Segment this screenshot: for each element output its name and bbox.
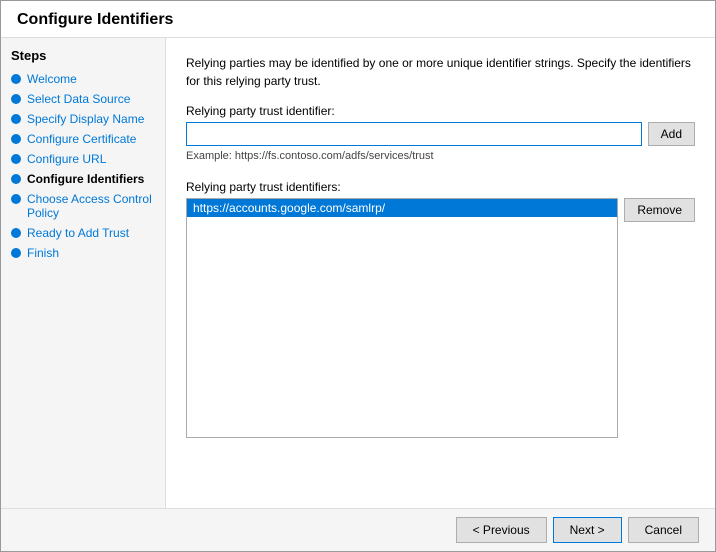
sidebar-label-choose-access-control: Choose Access Control Policy: [27, 192, 155, 220]
dot-specify-display-name: [11, 114, 21, 124]
dot-configure-url: [11, 154, 21, 164]
previous-button[interactable]: < Previous: [456, 517, 547, 543]
sidebar-item-choose-access-control[interactable]: Choose Access Control Policy: [1, 189, 165, 223]
dot-finish: [11, 248, 21, 258]
sidebar-item-ready-to-add-trust[interactable]: Ready to Add Trust: [1, 223, 165, 243]
dialog-body: Steps Welcome Select Data Source Specify…: [1, 38, 715, 508]
remove-button[interactable]: Remove: [624, 198, 695, 222]
sidebar-item-specify-display-name[interactable]: Specify Display Name: [1, 109, 165, 129]
list-item[interactable]: https://accounts.google.com/samlrp/: [187, 199, 617, 217]
description-text: Relying parties may be identified by one…: [186, 54, 695, 90]
dot-select-data-source: [11, 94, 21, 104]
sidebar-label-welcome: Welcome: [27, 72, 77, 86]
sidebar-label-finish: Finish: [27, 246, 59, 260]
cancel-button[interactable]: Cancel: [628, 517, 699, 543]
next-button[interactable]: Next >: [553, 517, 622, 543]
sidebar-label-configure-url: Configure URL: [27, 152, 106, 166]
sidebar-heading: Steps: [1, 48, 165, 69]
sidebar-item-finish[interactable]: Finish: [1, 243, 165, 263]
main-content: Relying parties may be identified by one…: [166, 38, 715, 508]
sidebar-label-ready-to-add-trust: Ready to Add Trust: [27, 226, 129, 240]
sidebar-label-select-data-source: Select Data Source: [27, 92, 130, 106]
identifiers-list-row: https://accounts.google.com/samlrp/ Remo…: [186, 198, 695, 492]
sidebar-item-configure-certificate[interactable]: Configure Certificate: [1, 129, 165, 149]
sidebar-item-welcome[interactable]: Welcome: [1, 69, 165, 89]
identifier-form-group: Relying party trust identifier: Add Exam…: [186, 104, 695, 172]
sidebar-item-configure-identifiers: Configure Identifiers: [1, 169, 165, 189]
dot-configure-identifiers: [11, 174, 21, 184]
identifier-input[interactable]: [186, 122, 642, 146]
sidebar-item-configure-url[interactable]: Configure URL: [1, 149, 165, 169]
dialog-title: Configure Identifiers: [1, 1, 715, 38]
add-button[interactable]: Add: [648, 122, 695, 146]
dialog-footer: < Previous Next > Cancel: [1, 508, 715, 551]
identifiers-listbox[interactable]: https://accounts.google.com/samlrp/: [186, 198, 618, 438]
dot-configure-certificate: [11, 134, 21, 144]
identifier-input-row: Add: [186, 122, 695, 146]
example-text: Example: https://fs.contoso.com/adfs/ser…: [186, 150, 695, 162]
sidebar-label-configure-identifiers: Configure Identifiers: [27, 172, 144, 186]
dot-choose-access-control: [11, 194, 21, 204]
sidebar-label-configure-certificate: Configure Certificate: [27, 132, 136, 146]
dot-ready-to-add-trust: [11, 228, 21, 238]
dot-welcome: [11, 74, 21, 84]
sidebar-label-specify-display-name: Specify Display Name: [27, 112, 144, 126]
identifier-label: Relying party trust identifier:: [186, 104, 695, 118]
configure-identifiers-dialog: Configure Identifiers Steps Welcome Sele…: [0, 0, 716, 552]
sidebar-item-select-data-source[interactable]: Select Data Source: [1, 89, 165, 109]
sidebar: Steps Welcome Select Data Source Specify…: [1, 38, 166, 508]
identifiers-list-label: Relying party trust identifiers:: [186, 180, 695, 194]
